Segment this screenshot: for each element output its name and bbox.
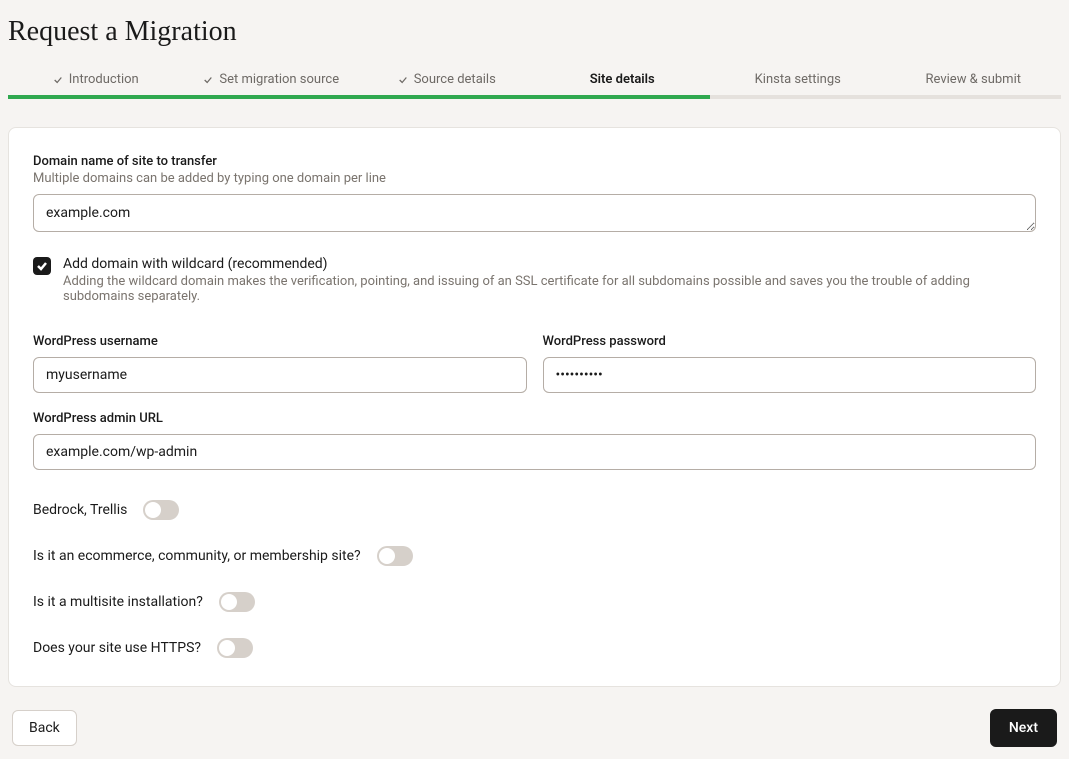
back-button[interactable]: Back — [12, 710, 77, 746]
multisite-label: Is it a multisite installation? — [33, 594, 203, 610]
wildcard-text: Add domain with wildcard (recommended) A… — [63, 256, 1036, 312]
next-button[interactable]: Next — [990, 709, 1057, 747]
step-label: Set migration source — [219, 72, 339, 87]
wp-admin-label: WordPress admin URL — [33, 411, 1036, 426]
wp-pass-input[interactable] — [543, 357, 1037, 393]
wp-user-field: WordPress username — [33, 334, 527, 393]
multisite-row: Is it a multisite installation? — [33, 592, 1036, 612]
step-set-migration-source[interactable]: Set migration source — [184, 66, 360, 97]
step-review-submit[interactable]: Review & submit — [886, 66, 1062, 97]
bedrock-row: Bedrock, Trellis — [33, 500, 1036, 520]
ecommerce-toggle[interactable] — [377, 546, 413, 566]
step-kinsta-settings[interactable]: Kinsta settings — [710, 66, 886, 97]
step-introduction[interactable]: Introduction — [8, 66, 184, 97]
https-label: Does your site use HTTPS? — [33, 640, 201, 656]
footer: Back Next — [8, 709, 1061, 751]
domain-input[interactable] — [33, 194, 1036, 232]
stepper: Introduction Set migration source Source… — [8, 66, 1061, 97]
step-bar — [710, 95, 886, 99]
wildcard-label: Add domain with wildcard (recommended) — [63, 256, 1036, 272]
step-label: Site details — [590, 72, 655, 87]
domain-field-group: Domain name of site to transfer Multiple… — [33, 154, 1036, 236]
https-row: Does your site use HTTPS? — [33, 638, 1036, 658]
check-icon — [203, 75, 213, 85]
multisite-toggle[interactable] — [219, 592, 255, 612]
bedrock-label: Bedrock, Trellis — [33, 502, 127, 518]
page-title: Request a Migration — [8, 16, 1061, 48]
step-source-details[interactable]: Source details — [359, 66, 535, 97]
step-bar — [535, 95, 711, 99]
wp-pass-field: WordPress password — [543, 334, 1037, 393]
ecommerce-label: Is it an ecommerce, community, or member… — [33, 548, 361, 564]
step-bar — [8, 95, 184, 99]
step-bar — [184, 95, 360, 99]
credentials-row: WordPress username WordPress password — [33, 334, 1036, 393]
check-icon — [36, 260, 48, 272]
step-bar — [886, 95, 1062, 99]
wp-user-input[interactable] — [33, 357, 527, 393]
step-label: Review & submit — [926, 72, 1021, 87]
ecommerce-row: Is it an ecommerce, community, or member… — [33, 546, 1036, 566]
wp-admin-field: WordPress admin URL — [33, 411, 1036, 470]
check-icon — [398, 75, 408, 85]
bedrock-toggle[interactable] — [143, 500, 179, 520]
domain-label: Domain name of site to transfer — [33, 154, 1036, 169]
step-label: Introduction — [69, 72, 139, 87]
step-site-details[interactable]: Site details — [535, 66, 711, 97]
step-label: Source details — [414, 72, 496, 87]
form-card: Domain name of site to transfer Multiple… — [8, 127, 1061, 687]
domain-sublabel: Multiple domains can be added by typing … — [33, 171, 1036, 186]
https-toggle[interactable] — [217, 638, 253, 658]
wp-pass-label: WordPress password — [543, 334, 1037, 349]
check-icon — [53, 75, 63, 85]
wp-admin-input[interactable] — [33, 434, 1036, 470]
wildcard-sublabel: Adding the wildcard domain makes the ver… — [63, 274, 1036, 304]
wildcard-row: Add domain with wildcard (recommended) A… — [33, 256, 1036, 312]
step-label: Kinsta settings — [755, 72, 841, 87]
wildcard-checkbox[interactable] — [33, 257, 51, 275]
step-bar — [359, 95, 535, 99]
wp-user-label: WordPress username — [33, 334, 527, 349]
